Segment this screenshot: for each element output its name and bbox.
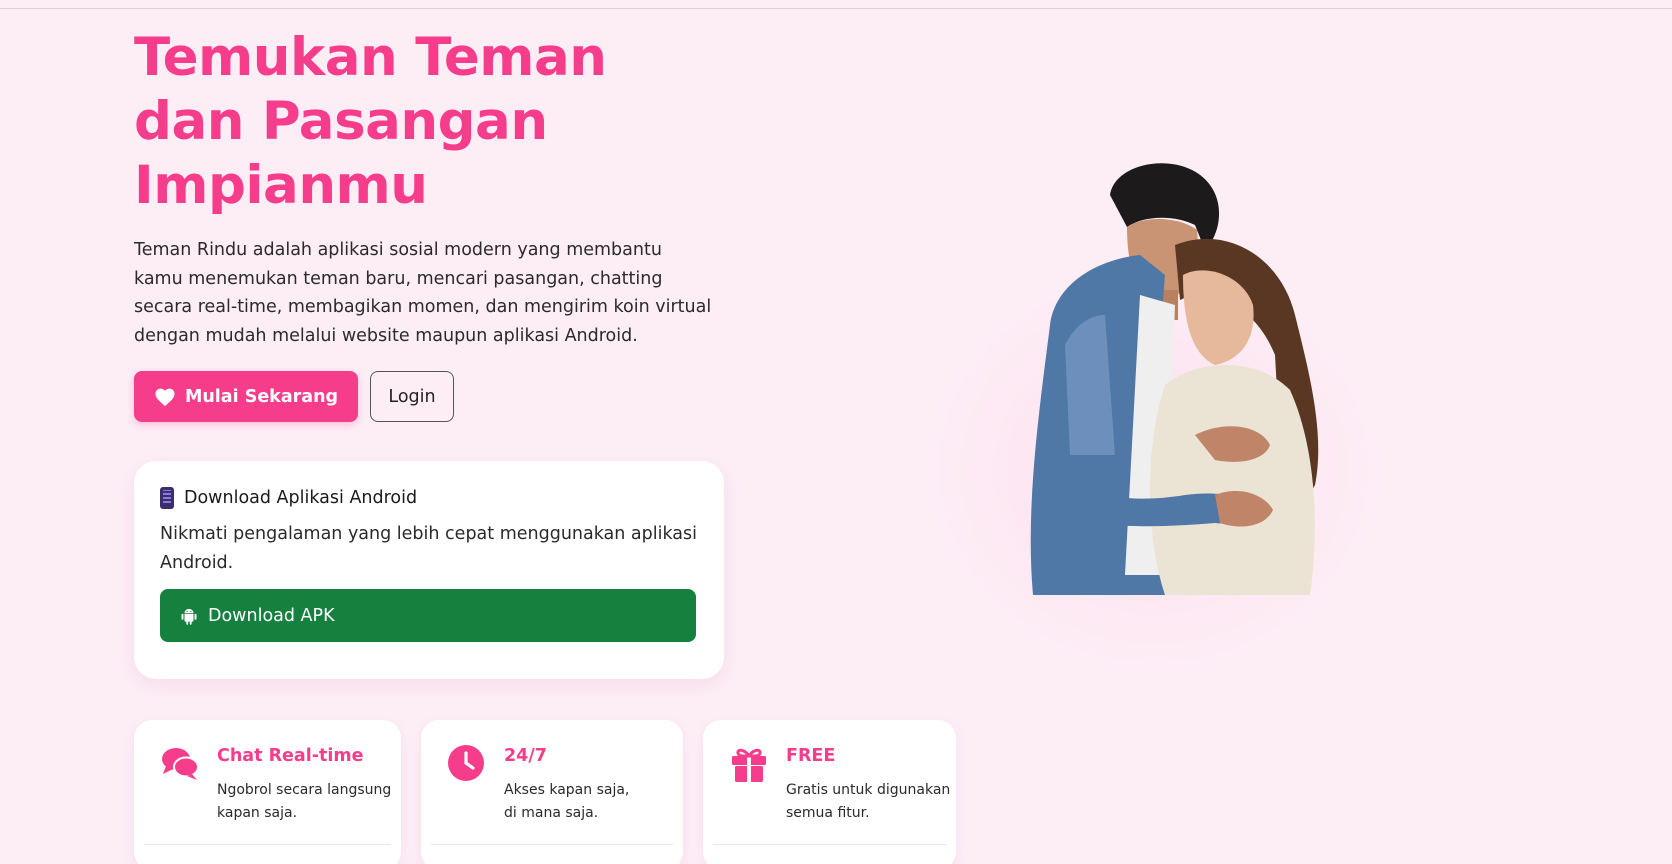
download-description: Nikmati pengalaman yang lebih cepat meng… bbox=[160, 524, 698, 573]
feature-card-free: FREE Gratis untuk digunakan semua fitur. bbox=[703, 720, 956, 864]
mobile-phone-icon bbox=[160, 487, 174, 509]
feature-card-24-7: 24/7 Akses kapan saja, di mana saja. bbox=[421, 720, 683, 864]
download-card: Download Aplikasi Android Nikmati pengal… bbox=[134, 461, 724, 679]
login-label: Login bbox=[388, 386, 436, 407]
hero-title: Temukan Teman dan Pasangan Impianmu bbox=[134, 26, 694, 218]
feature-title-free: FREE bbox=[786, 746, 836, 766]
download-heading: Download Aplikasi Android bbox=[160, 487, 417, 509]
feature-divider bbox=[144, 844, 391, 845]
hero-title-line-3: Impianmu bbox=[134, 155, 428, 216]
download-apk-label: Download APK bbox=[208, 605, 335, 626]
feature-title-24-7: 24/7 bbox=[504, 746, 547, 766]
hero-couple-image bbox=[1030, 163, 1319, 595]
gift-icon bbox=[732, 748, 766, 782]
heart-icon bbox=[155, 388, 175, 406]
hero-title-line-2: dan Pasangan bbox=[134, 91, 548, 152]
top-border bbox=[0, 0, 1672, 9]
feature-divider bbox=[713, 844, 946, 845]
login-button[interactable]: Login bbox=[370, 371, 454, 422]
feature-desc-chat: Ngobrol secara langsung kapan saja. bbox=[217, 782, 392, 821]
start-now-label: Mulai Sekarang bbox=[184, 386, 339, 407]
chat-bubbles-icon bbox=[162, 748, 199, 780]
feature-title-chat: Chat Real-time bbox=[217, 746, 364, 766]
download-heading-text: Download Aplikasi Android bbox=[184, 488, 418, 508]
android-icon bbox=[181, 608, 197, 625]
start-now-button[interactable]: Mulai Sekarang bbox=[134, 371, 358, 422]
hero-title-line-1: Temukan Teman bbox=[134, 27, 607, 88]
feature-divider bbox=[431, 844, 673, 845]
clock-icon bbox=[448, 745, 484, 781]
feature-desc-24-7: Akses kapan saja, di mana saja. bbox=[504, 782, 630, 821]
hero-description: Teman Rindu adalah aplikasi sosial moder… bbox=[134, 240, 712, 346]
download-apk-button[interactable]: Download APK bbox=[160, 589, 696, 642]
feature-desc-free: Gratis untuk digunakan semua fitur. bbox=[786, 782, 951, 821]
feature-card-chat: Chat Real-time Ngobrol secara langsung k… bbox=[134, 720, 401, 864]
